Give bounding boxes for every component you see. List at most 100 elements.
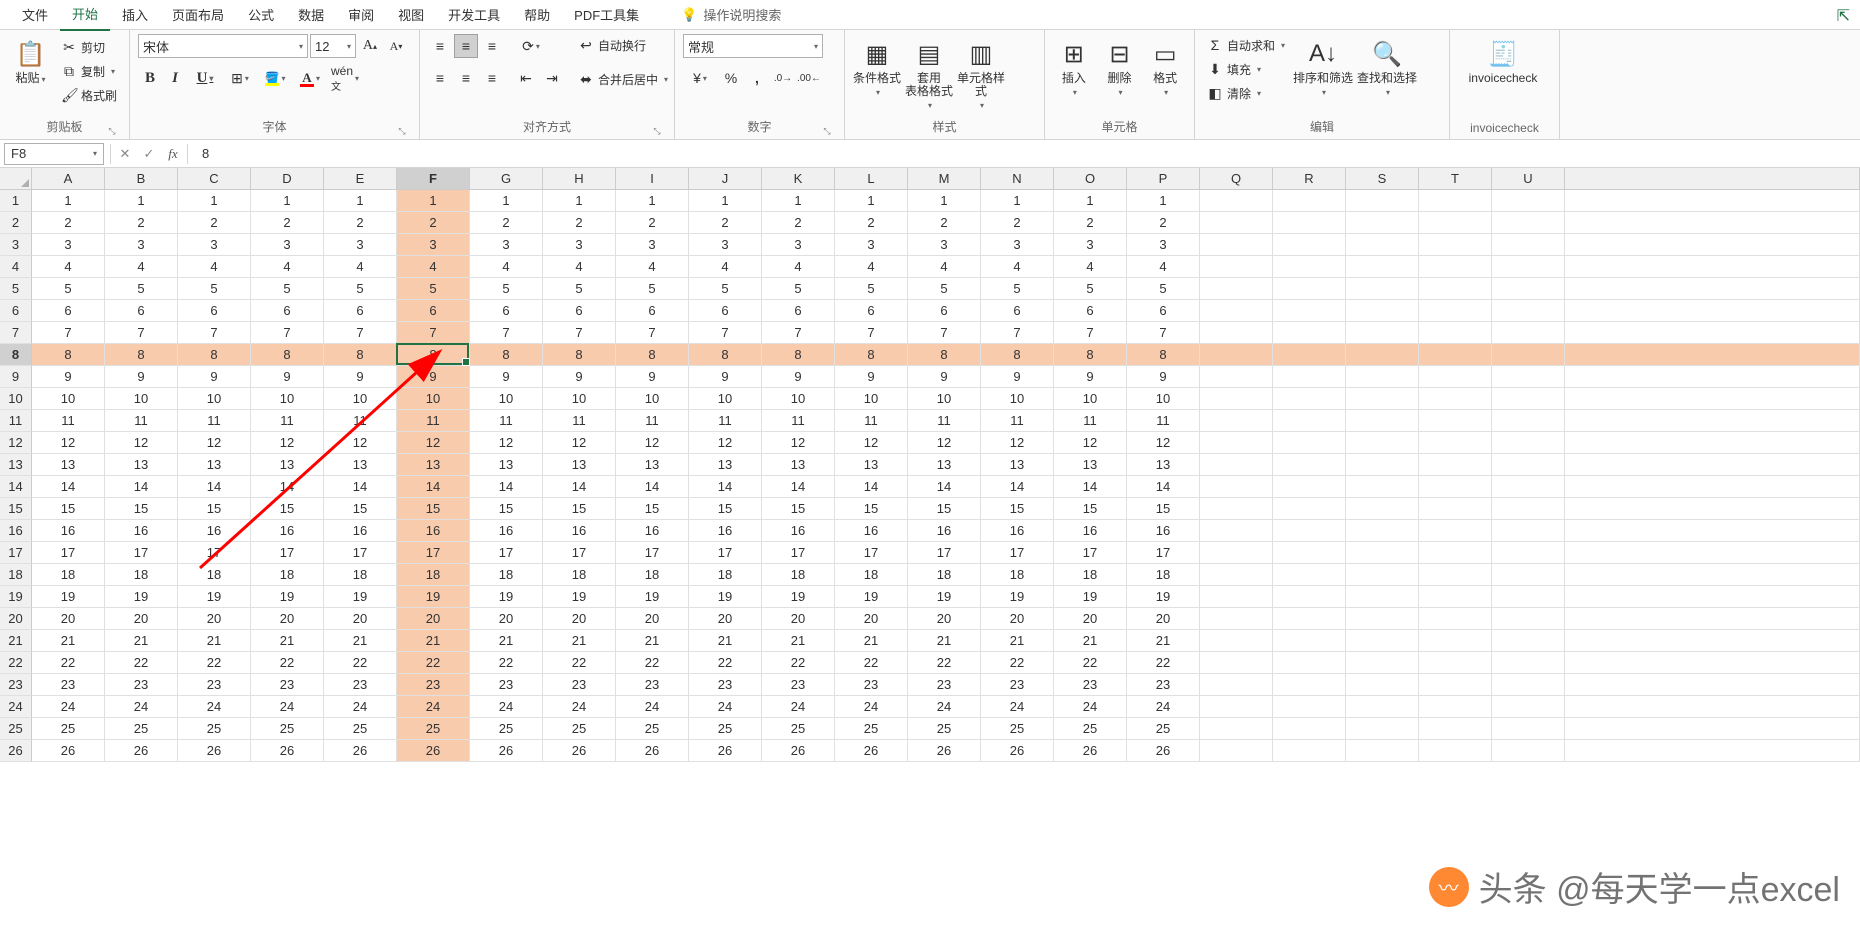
cell[interactable]: 6	[616, 300, 689, 322]
cell[interactable]	[1200, 608, 1273, 630]
enter-formula-button[interactable]: ✓	[137, 143, 161, 165]
worksheet-grid[interactable]: ABCDEFGHIJKLMNOPQRSTU 123456789101112131…	[0, 168, 1860, 931]
cell[interactable]	[1419, 542, 1492, 564]
cell[interactable]: 26	[32, 740, 105, 762]
cell[interactable]: 22	[689, 652, 762, 674]
cell[interactable]: 13	[543, 454, 616, 476]
row-header[interactable]: 14	[0, 476, 32, 498]
cell[interactable]	[1273, 344, 1346, 366]
cell[interactable]: 18	[762, 564, 835, 586]
cell[interactable]: 22	[1054, 652, 1127, 674]
cell[interactable]: 6	[689, 300, 762, 322]
cell[interactable]	[1200, 278, 1273, 300]
cell[interactable]: 5	[105, 278, 178, 300]
cell[interactable]: 5	[762, 278, 835, 300]
cell[interactable]: 13	[324, 454, 397, 476]
cell[interactable]: 10	[324, 388, 397, 410]
cell[interactable]: 9	[1054, 366, 1127, 388]
row-header[interactable]: 9	[0, 366, 32, 388]
cell[interactable]: 1	[397, 190, 470, 212]
cell[interactable]: 22	[324, 652, 397, 674]
cell[interactable]: 17	[1054, 542, 1127, 564]
cell[interactable]: 5	[981, 278, 1054, 300]
cell[interactable]: 21	[616, 630, 689, 652]
cell[interactable]: 6	[835, 300, 908, 322]
cell[interactable]: 2	[543, 212, 616, 234]
cell[interactable]: 19	[105, 586, 178, 608]
cell[interactable]: 6	[908, 300, 981, 322]
cell[interactable]: 11	[1054, 410, 1127, 432]
cell[interactable]	[1200, 630, 1273, 652]
cell[interactable]: 4	[616, 256, 689, 278]
cell[interactable]	[1346, 366, 1419, 388]
format-as-table-button[interactable]: ▤套用 表格格式▾	[905, 34, 953, 114]
cell[interactable]	[1492, 410, 1565, 432]
cell[interactable]: 14	[543, 476, 616, 498]
cell[interactable]	[1200, 388, 1273, 410]
cell[interactable]: 23	[470, 674, 543, 696]
cell[interactable]: 6	[105, 300, 178, 322]
cell[interactable]	[1419, 608, 1492, 630]
cell[interactable]: 25	[105, 718, 178, 740]
bold-button[interactable]: B	[138, 66, 162, 90]
cell[interactable]: 2	[908, 212, 981, 234]
cell[interactable]: 10	[397, 388, 470, 410]
cell[interactable]: 9	[908, 366, 981, 388]
cell[interactable]: 23	[908, 674, 981, 696]
cell[interactable]: 8	[324, 344, 397, 366]
cell[interactable]: 26	[1127, 740, 1200, 762]
cell[interactable]: 4	[324, 256, 397, 278]
cell[interactable]	[1200, 564, 1273, 586]
cell[interactable]	[1200, 212, 1273, 234]
cell[interactable]: 12	[397, 432, 470, 454]
cell[interactable]: 15	[908, 498, 981, 520]
cell[interactable]: 14	[981, 476, 1054, 498]
cell[interactable]: 18	[543, 564, 616, 586]
tab-page-layout[interactable]: 页面布局	[160, 0, 236, 30]
cell[interactable]: 4	[178, 256, 251, 278]
cell[interactable]: 20	[32, 608, 105, 630]
cell[interactable]: 22	[251, 652, 324, 674]
cell[interactable]: 16	[908, 520, 981, 542]
copy-button[interactable]: ⧉复制▾	[57, 60, 121, 82]
cell[interactable]: 24	[689, 696, 762, 718]
cell[interactable]: 5	[251, 278, 324, 300]
cell[interactable]: 11	[981, 410, 1054, 432]
cell[interactable]: 10	[1127, 388, 1200, 410]
cell[interactable]: 23	[543, 674, 616, 696]
cell[interactable]: 8	[762, 344, 835, 366]
cell[interactable]	[1200, 300, 1273, 322]
row-header[interactable]: 22	[0, 652, 32, 674]
cell[interactable]	[1492, 608, 1565, 630]
cell[interactable]: 2	[835, 212, 908, 234]
cell[interactable]: 12	[981, 432, 1054, 454]
cell[interactable]: 22	[616, 652, 689, 674]
cell[interactable]	[1346, 212, 1419, 234]
cell[interactable]: 5	[543, 278, 616, 300]
cell[interactable]: 3	[470, 234, 543, 256]
fill-button[interactable]: ⬇填充▾	[1203, 58, 1289, 80]
cell[interactable]: 8	[251, 344, 324, 366]
cell[interactable]	[1419, 190, 1492, 212]
cell[interactable]: 16	[251, 520, 324, 542]
cell[interactable]: 18	[397, 564, 470, 586]
cell[interactable]	[1492, 300, 1565, 322]
cell[interactable]: 23	[689, 674, 762, 696]
cell[interactable]: 9	[324, 366, 397, 388]
column-header[interactable]: C	[178, 168, 251, 190]
cell[interactable]	[1200, 454, 1273, 476]
cell[interactable]	[1419, 674, 1492, 696]
cell[interactable]: 11	[251, 410, 324, 432]
cell[interactable]: 20	[397, 608, 470, 630]
cell[interactable]: 13	[178, 454, 251, 476]
cell[interactable]: 4	[543, 256, 616, 278]
cell[interactable]: 8	[689, 344, 762, 366]
cell[interactable]: 10	[981, 388, 1054, 410]
cell[interactable]	[1492, 652, 1565, 674]
merge-center-button[interactable]: ⬌合并后居中▾	[574, 68, 672, 90]
cell[interactable]	[1346, 432, 1419, 454]
cell[interactable]: 5	[32, 278, 105, 300]
cell[interactable]	[1273, 608, 1346, 630]
cell[interactable]: 1	[616, 190, 689, 212]
cell[interactable]: 16	[32, 520, 105, 542]
